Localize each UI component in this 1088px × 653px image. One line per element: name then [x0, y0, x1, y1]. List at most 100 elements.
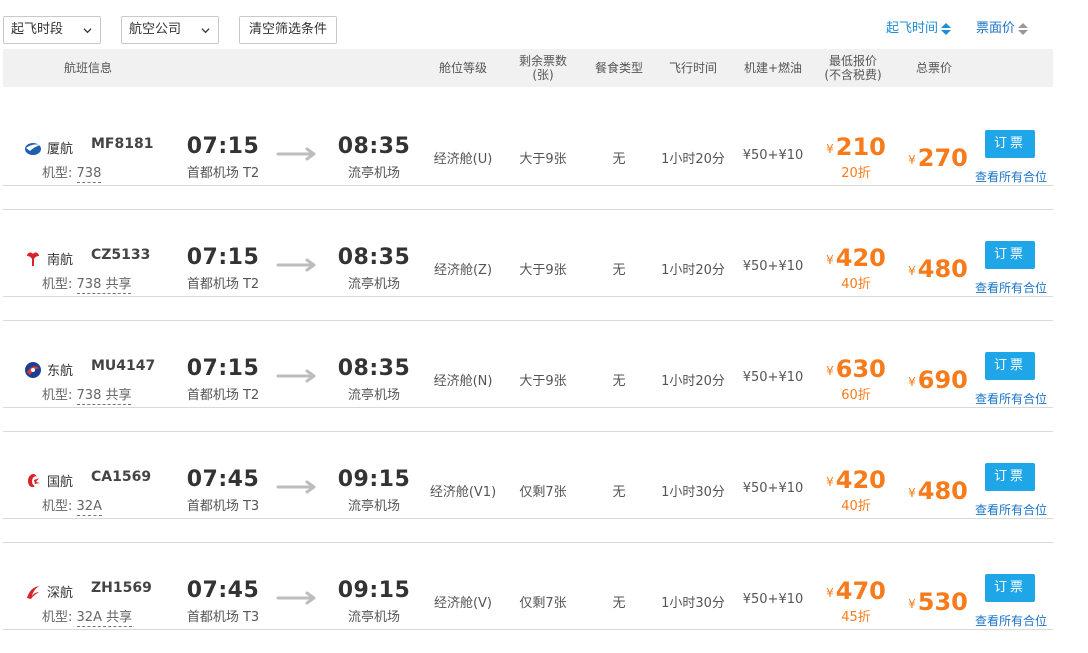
- plane-model-link[interactable]: 738 共享: [76, 388, 132, 405]
- total-price-amount: 480: [917, 477, 968, 505]
- airline-name: 国航: [47, 475, 74, 490]
- view-all-cabins-link[interactable]: 查看所有合位: [971, 612, 1051, 629]
- flight-number: CZ5133: [91, 247, 151, 263]
- flight-row: 深航 ZH1569 机型: 32A 共享 07:45 首都机场 T3 09:15…: [3, 544, 1053, 630]
- row-divider: [3, 296, 1053, 297]
- tax-fuel: ¥50+¥10: [742, 592, 804, 607]
- xiamen-airlines-logo-icon: [24, 139, 42, 157]
- header-lowest-line1: 最低报价: [828, 54, 877, 68]
- book-button[interactable]: 订票: [985, 130, 1035, 158]
- total-price-amount: 480: [917, 255, 968, 283]
- table-header: 航班信息 舱位等级 剩余票数 (张) 餐食类型 飞行时间 机建+燃油 最低报价 …: [3, 49, 1053, 87]
- yen-symbol: ¥: [908, 153, 916, 167]
- yen-symbol: ¥: [826, 142, 834, 156]
- departure-airport: 首都机场 T2: [186, 277, 260, 292]
- flight-number: CA1569: [91, 469, 152, 485]
- row-top-divider: [3, 542, 1053, 543]
- row-divider: [3, 185, 1053, 186]
- chevron-down-icon: [83, 28, 92, 34]
- header-seats-line2: (张): [532, 68, 554, 82]
- book-button[interactable]: 订票: [985, 463, 1035, 491]
- header-lowest: 最低报价 (不含税费): [813, 54, 893, 82]
- view-all-cabins-link[interactable]: 查看所有合位: [971, 390, 1051, 407]
- remaining-seats: 大于9张: [519, 263, 567, 278]
- china-eastern-logo-icon: [24, 361, 42, 379]
- yen-symbol: ¥: [826, 475, 834, 489]
- row-divider: [3, 629, 1053, 630]
- tax-fuel: ¥50+¥10: [742, 481, 804, 496]
- plane-type: 机型: 32A 共享: [42, 606, 133, 627]
- header-cabin: 舱位等级: [438, 61, 487, 75]
- departure-airport: 首都机场 T2: [186, 166, 260, 181]
- arrival-time: 08:35: [337, 245, 411, 270]
- header-tax: 机建+燃油: [743, 61, 803, 75]
- lowest-price-amount: 420: [835, 244, 886, 272]
- china-southern-logo-icon: [24, 250, 42, 268]
- departure-time: 07:45: [186, 578, 260, 603]
- discount-rate: 20折: [841, 166, 871, 181]
- sort-ticket-price[interactable]: 票面价: [976, 20, 1029, 39]
- yen-symbol: ¥: [826, 253, 834, 267]
- meal-type: 无: [612, 152, 626, 167]
- cabin-class: 经济舱(V): [433, 596, 493, 611]
- view-all-cabins-link[interactable]: 查看所有合位: [971, 501, 1051, 518]
- departure-time-select-label: 起飞时段: [11, 22, 64, 37]
- flight-duration: 1小时20分: [661, 152, 725, 167]
- departure-airport: 首都机场 T2: [186, 388, 260, 403]
- sort-departure-time[interactable]: 起飞时间: [886, 20, 952, 39]
- plane-type: 机型: 738 共享: [42, 273, 132, 294]
- flight-number: MU4147: [91, 358, 156, 374]
- yen-symbol: ¥: [908, 597, 916, 611]
- lowest-price: ¥630: [821, 355, 891, 383]
- sort-arrows-icon: [941, 23, 952, 35]
- plane-model-link[interactable]: 738 共享: [76, 277, 132, 294]
- total-price: ¥690: [902, 366, 974, 394]
- airline-select[interactable]: 航空公司: [121, 16, 219, 44]
- shenzhen-airlines-logo-icon: [24, 583, 42, 601]
- yen-symbol: ¥: [826, 586, 834, 600]
- header-lowest-line2: (不含税费): [824, 68, 882, 82]
- departure-time: 07:15: [186, 245, 260, 270]
- arrival-time: 09:15: [337, 467, 411, 492]
- filter-bar: 起飞时段 航空公司 清空筛选条件 起飞时间 票面价: [0, 0, 1088, 48]
- yen-symbol: ¥: [826, 364, 834, 378]
- departure-airport: 首都机场 T3: [186, 610, 260, 625]
- meal-type: 无: [612, 263, 626, 278]
- total-price: ¥480: [902, 255, 974, 283]
- discount-rate: 45折: [841, 610, 871, 625]
- lowest-price: ¥470: [821, 577, 891, 605]
- header-meal: 餐食类型: [594, 61, 643, 75]
- remaining-seats: 大于9张: [519, 152, 567, 167]
- discount-rate: 40折: [841, 277, 871, 292]
- plane-model-link[interactable]: 32A 共享: [76, 610, 133, 627]
- view-all-cabins-link[interactable]: 查看所有合位: [971, 279, 1051, 296]
- meal-type: 无: [612, 596, 626, 611]
- plane-model-link[interactable]: 32A: [76, 499, 102, 516]
- book-button[interactable]: 订票: [985, 241, 1035, 269]
- clear-filters-button[interactable]: 清空筛选条件: [239, 16, 337, 44]
- airline-name: 厦航: [47, 142, 74, 157]
- plane-type: 机型: 738 共享: [42, 384, 132, 405]
- plane-type-label: 机型:: [42, 166, 73, 181]
- yen-symbol: ¥: [908, 375, 916, 389]
- remaining-seats: 仅剩7张: [519, 485, 567, 500]
- plane-model-link[interactable]: 738: [76, 166, 102, 183]
- sort-ticket-price-label: 票面价: [976, 21, 1016, 36]
- book-button[interactable]: 订票: [985, 352, 1035, 380]
- arrival-time: 09:15: [337, 578, 411, 603]
- book-button[interactable]: 订票: [985, 574, 1035, 602]
- tax-fuel: ¥50+¥10: [742, 370, 804, 385]
- arrow-right-icon: [276, 258, 316, 272]
- departure-time-select[interactable]: 起飞时段: [3, 16, 101, 44]
- arrow-right-icon: [276, 369, 316, 383]
- flight-number: ZH1569: [91, 580, 152, 596]
- view-all-cabins-link[interactable]: 查看所有合位: [971, 168, 1051, 185]
- total-price-amount: 690: [917, 366, 968, 394]
- lowest-price-amount: 210: [835, 133, 886, 161]
- remaining-seats: 大于9张: [519, 374, 567, 389]
- yen-symbol: ¥: [908, 486, 916, 500]
- plane-type-label: 机型:: [42, 277, 73, 292]
- plane-type-label: 机型:: [42, 499, 73, 514]
- discount-rate: 40折: [841, 499, 871, 514]
- total-price: ¥270: [902, 144, 974, 172]
